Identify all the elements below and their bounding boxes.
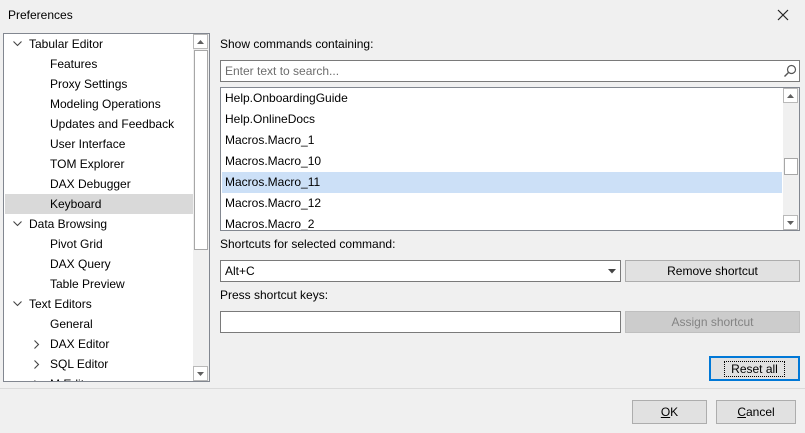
ok-label: OK [660,405,679,419]
tree-item-label: Data Browsing [29,217,108,231]
ok-label-mnemonic: O [660,405,671,419]
tree-item[interactable]: Tabular Editor [5,34,194,54]
tree-item[interactable]: TOM Explorer [5,154,194,174]
tree-item-label: Modeling Operations [50,97,161,111]
reset-all-label: Reset all [724,360,785,377]
cancel-button[interactable]: Cancel [716,400,796,424]
preferences-tree[interactable]: Tabular Editor Features Proxy Settings Mode… [3,33,210,382]
tree-item-label: User Interface [50,137,126,151]
tree-item[interactable]: Modeling Operations [5,94,194,114]
tree-item-label: Proxy Settings [50,77,128,91]
command-list-item[interactable]: Macros.Macro_10 [222,151,782,172]
tree-item-label: Keyboard [50,197,102,211]
tree-item-label: DAX Editor [50,337,110,351]
chevron-down-icon[interactable] [11,214,23,234]
tree-item[interactable]: SQL Editor [5,354,194,374]
close-icon [777,9,789,21]
command-scroll-down-button[interactable] [783,215,798,230]
tree-item[interactable]: Features [5,54,194,74]
ok-button[interactable]: OK [632,400,707,424]
tree-item[interactable]: Proxy Settings [5,74,194,94]
command-list-item[interactable]: Macros.Macro_1 [222,130,782,151]
tree-item[interactable]: DAX Query [5,254,194,274]
scroll-down-arrow-icon [197,371,204,376]
tree-item[interactable]: Keyboard [5,194,194,214]
tree-scroll-up-button[interactable] [193,34,208,49]
shortcuts-dropdown-value: Alt+C [225,264,255,278]
tree-item-label: Features [50,57,98,71]
command-search-input[interactable] [223,62,783,80]
tree-item[interactable]: Table Preview [5,274,194,294]
dropdown-arrow-icon [608,269,616,274]
tree-item[interactable]: General [5,314,194,334]
tree-item-label: Pivot Grid [50,237,103,251]
tree-scroll-thumb[interactable] [194,50,208,250]
tree-item[interactable]: Updates and Feedback [5,114,194,134]
tree-item-label: Text Editors [29,297,92,311]
remove-shortcut-button[interactable]: Remove shortcut [625,260,800,282]
tree-item[interactable]: DAX Editor [5,334,194,354]
chevron-right-icon[interactable] [31,354,43,374]
command-list-item[interactable]: Macros.Macro_2 [222,214,782,230]
command-list[interactable]: Help.OnboardingGuide Help.OnlineDocs Macro… [220,87,800,231]
tree-item-label: Updates and Feedback [50,117,175,131]
window-title: Preferences [8,8,73,22]
tree-scroll-down-button[interactable] [193,366,208,381]
show-commands-label: Show commands containing: [220,37,374,51]
tree-item[interactable]: Pivot Grid [5,234,194,254]
chevron-right-icon[interactable] [31,374,43,381]
tree-item[interactable]: User Interface [5,134,194,154]
assign-shortcut-button[interactable]: Assign shortcut [625,311,800,333]
command-scroll-up-button[interactable] [783,88,798,103]
command-list-item[interactable]: Help.OnlineDocs [222,109,782,130]
shortcuts-label: Shortcuts for selected command: [220,237,396,251]
command-list-item[interactable]: Macros.Macro_12 [222,193,782,214]
tree-item[interactable]: DAX Debugger [5,174,194,194]
press-shortcut-label: Press shortcut keys: [220,288,329,302]
remove-shortcut-label: Remove shortcut [667,264,758,278]
command-list-item[interactable]: Macros.Macro_11 [222,172,782,193]
shortcut-keys-field[interactable] [220,311,621,333]
chevron-down-icon[interactable] [11,34,23,54]
tree-item-label: General [50,317,93,331]
scroll-up-arrow-icon [197,39,204,44]
cancel-label: Cancel [737,405,775,419]
tree-item-label: DAX Query [50,257,111,271]
tree-scrollbar[interactable] [193,34,209,381]
reset-all-button[interactable]: Reset all [709,356,800,381]
command-search-box[interactable] [220,60,800,82]
scroll-down-arrow-icon [787,220,794,225]
command-list-item[interactable]: Help.OnboardingGuide [222,88,782,109]
tree-item-label: SQL Editor [50,357,109,371]
tree-item-label: DAX Debugger [50,177,131,191]
tree-item-label: Table Preview [50,277,125,291]
cancel-label-mnemonic: C [737,405,746,419]
command-scroll-thumb[interactable] [784,158,798,175]
tree-item-label: M Editor [50,374,95,381]
tree-item[interactable]: Data Browsing [5,214,194,234]
search-icon[interactable] [783,64,797,78]
tree-item[interactable]: M Editor [5,374,194,381]
title-bar: Preferences [0,0,805,31]
shortcuts-dropdown[interactable]: Alt+C [220,260,621,282]
command-list-scrollbar[interactable] [783,88,799,230]
chevron-right-icon[interactable] [31,334,43,354]
scroll-up-arrow-icon [787,93,794,98]
tree-item-label: TOM Explorer [50,157,125,171]
close-button[interactable] [768,4,798,26]
tree-item[interactable]: Text Editors [5,294,194,314]
assign-shortcut-label: Assign shortcut [671,315,754,329]
chevron-down-icon[interactable] [11,294,23,314]
tree-item-label: Tabular Editor [29,37,104,51]
